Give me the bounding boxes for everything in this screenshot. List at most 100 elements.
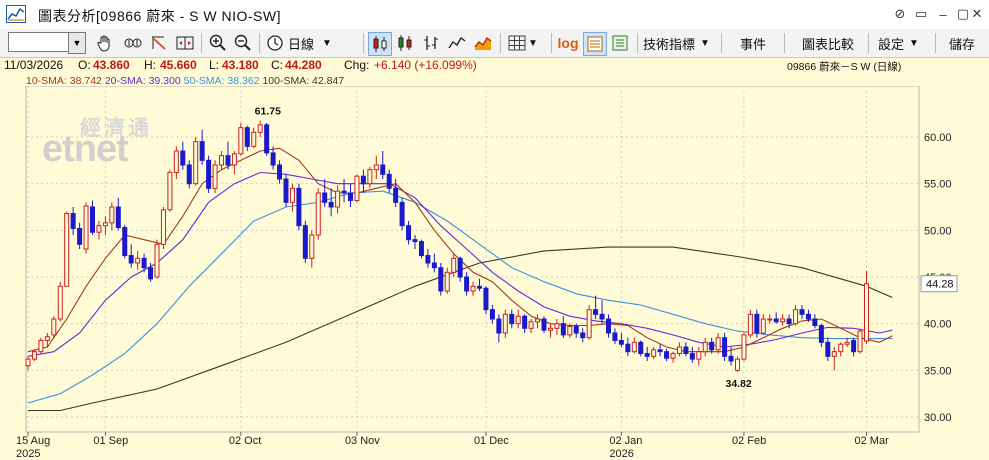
candle-body	[857, 330, 863, 353]
candle-body	[122, 227, 128, 257]
candle-body	[83, 205, 89, 250]
data-window-icon[interactable]	[609, 32, 631, 54]
close-button[interactable]: ✕	[966, 3, 988, 25]
fit-width-icon[interactable]	[173, 32, 197, 54]
price-table-icon[interactable]	[583, 32, 607, 56]
candle-body	[348, 192, 353, 201]
candlestick-chart-icon[interactable]	[368, 32, 392, 56]
clock-icon[interactable]	[264, 32, 286, 54]
candle-body	[90, 206, 95, 233]
candle-body	[44, 336, 50, 341]
candle-body	[25, 358, 31, 367]
candle-body	[418, 241, 424, 257]
area-chart-icon[interactable]	[472, 32, 494, 54]
x-year-label: 2025	[16, 448, 40, 460]
candle-body	[406, 225, 412, 241]
zoom-out-icon[interactable]	[231, 32, 255, 54]
chart-app-icon	[6, 5, 26, 23]
save-button[interactable]: 儲存	[943, 32, 981, 54]
candle-body	[64, 213, 70, 287]
candle-body	[599, 313, 605, 320]
candle-body	[618, 339, 624, 345]
candle-body	[567, 325, 573, 336]
line-chart-icon[interactable]	[446, 32, 468, 54]
y-tick-label: 55.00	[924, 179, 952, 191]
candle-body	[154, 243, 160, 278]
candle-body	[289, 187, 295, 203]
settings-dropdown[interactable]: 設定 ▼	[878, 32, 928, 54]
hand-icon[interactable]	[93, 32, 117, 54]
price-chart[interactable]: 30.0035.0040.0045.0050.0055.0060.0015 Au…	[0, 86, 989, 460]
candle-body	[747, 313, 753, 336]
candle-body	[102, 222, 108, 227]
candle-body	[70, 213, 76, 229]
candle-body	[160, 209, 166, 245]
close-label: C:	[271, 58, 283, 72]
restore-icon[interactable]: ▭	[910, 3, 932, 25]
candle-body	[767, 318, 773, 321]
high-value: 45.660	[160, 58, 197, 72]
candle-body	[251, 131, 257, 147]
x-year-label: 2026	[609, 448, 633, 460]
crosshair-zoom-icon[interactable]	[121, 32, 145, 54]
events-button[interactable]: 事件	[733, 32, 773, 54]
y-tick-label: 40.00	[924, 319, 952, 331]
candle-body	[612, 332, 618, 341]
candle-body	[322, 192, 328, 203]
interval-dropdown[interactable]: 日線 ▼	[288, 32, 348, 54]
x-tick-label: 02 Jan	[609, 435, 642, 447]
candle-body	[786, 318, 792, 325]
grid-dropdown[interactable]: ▼	[505, 32, 541, 54]
pin-icon[interactable]: ⊘	[889, 3, 911, 25]
candle-body	[805, 313, 811, 320]
candle-body	[373, 164, 379, 171]
close-value: 44.280	[285, 58, 322, 72]
minimize-button[interactable]: –	[932, 3, 954, 25]
candle-body	[528, 321, 534, 329]
log-scale-button[interactable]: log	[556, 32, 580, 54]
stock-code-input[interactable]	[8, 32, 74, 52]
candle-body	[264, 124, 270, 154]
candle-body	[412, 239, 418, 243]
candle-body	[38, 339, 44, 353]
indicators-dropdown[interactable]: 技術指標 ▼	[643, 32, 715, 54]
candle-body	[851, 339, 857, 353]
candle-body	[335, 190, 341, 208]
candle-body	[651, 349, 657, 357]
last-price-label: 44.28	[926, 279, 954, 291]
candle-body	[844, 341, 850, 345]
candle-body	[696, 351, 702, 360]
candle-body	[283, 178, 289, 203]
candle-body	[309, 234, 315, 259]
x-tick-label: 02 Feb	[732, 435, 766, 447]
chevron-down-icon[interactable]: ▼	[68, 32, 86, 54]
candle-body	[818, 325, 824, 343]
ohlc-bar-icon[interactable]	[420, 32, 442, 54]
candle-body	[96, 225, 102, 233]
price-annotation: 34.82	[726, 378, 752, 390]
zoom-in-icon[interactable]	[206, 32, 230, 54]
candle-body	[477, 285, 482, 289]
low-value: 43.180	[222, 58, 259, 72]
price-annotation: 61.75	[255, 106, 281, 118]
candle-body	[502, 313, 508, 334]
candle-body	[580, 332, 586, 339]
draw-line-icon[interactable]	[147, 32, 171, 54]
candle-body	[109, 206, 115, 224]
compare-button[interactable]: 圖表比較	[797, 32, 859, 54]
candle-body	[541, 318, 547, 331]
plot-frame	[25, 86, 920, 433]
candlestick-colored-icon[interactable]	[394, 32, 416, 54]
x-tick-label: 01 Dec	[474, 435, 509, 447]
x-tick-label: 01 Sep	[93, 435, 128, 447]
candle-body	[670, 353, 676, 359]
candle-body	[535, 318, 541, 323]
candle-body	[457, 257, 463, 278]
candle-body	[664, 351, 670, 359]
candle-body	[173, 150, 179, 173]
settings-label: 設定	[878, 36, 905, 52]
candle-body	[735, 358, 740, 371]
candle-body	[451, 257, 457, 273]
sma50-line	[27, 190, 893, 404]
open-value: 43.860	[93, 58, 130, 72]
